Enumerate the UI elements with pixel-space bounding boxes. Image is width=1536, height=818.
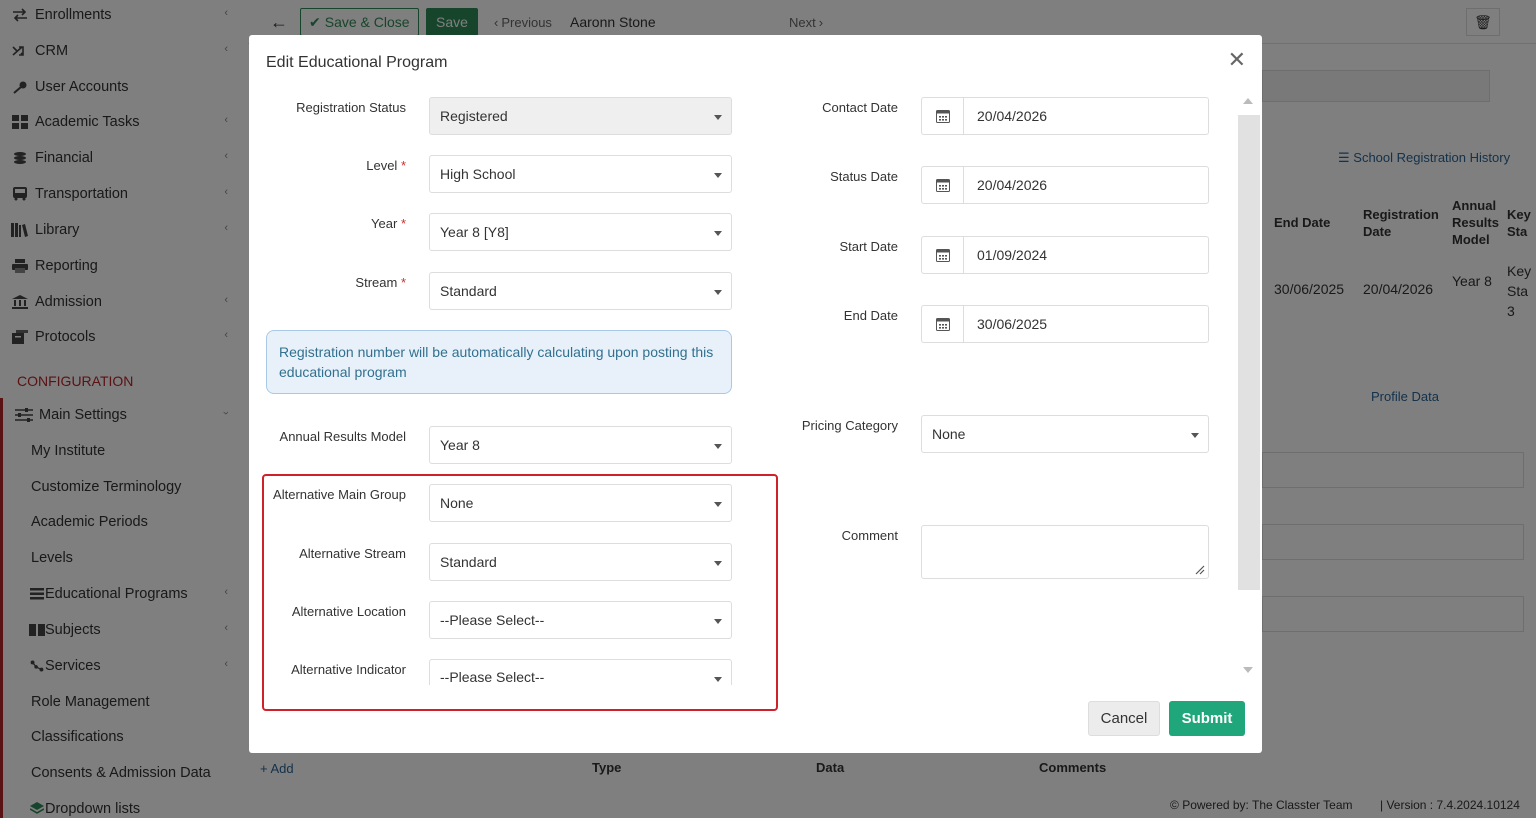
caret-down-icon [714, 231, 722, 236]
alt-indicator-select[interactable]: --Please Select-- [429, 659, 732, 685]
resize-handle-icon[interactable] [1195, 565, 1205, 575]
calendar-icon[interactable] [922, 306, 964, 342]
label-stream-text: Stream [355, 275, 398, 290]
label-registration-status: Registration Status [296, 100, 406, 115]
calendar-icon[interactable] [922, 237, 964, 273]
stream-select[interactable]: Standard [429, 272, 732, 310]
label-annual-results-model: Annual Results Model [279, 429, 406, 444]
annual-results-model-select[interactable]: Year 8 [429, 426, 732, 464]
stream-value: Standard [440, 283, 497, 299]
year-value: Year 8 [Y8] [440, 224, 509, 240]
alt-location-select[interactable]: --Please Select-- [429, 601, 732, 639]
end-date-input[interactable]: 30/06/2025 [921, 305, 1209, 343]
pricing-category-value: None [932, 426, 966, 442]
label-alt-location: Alternative Location [291, 604, 406, 619]
contact-date-input[interactable]: 20/04/2026 [921, 97, 1209, 135]
pricing-category-select[interactable]: None [921, 415, 1209, 453]
required-mark: * [400, 216, 406, 231]
submit-button[interactable]: Submit [1169, 701, 1245, 736]
label-level: Level * [269, 158, 406, 173]
contact-date-value: 20/04/2026 [977, 108, 1048, 124]
calendar-icon[interactable] [922, 167, 964, 203]
dialog-title: Edit Educational Program [266, 54, 448, 71]
alt-main-group-value: None [440, 495, 474, 511]
registration-info-alert: Registration number will be automaticall… [266, 330, 732, 394]
label-stream: Stream * [269, 275, 406, 290]
label-comment: Comment [841, 528, 898, 543]
comment-textarea[interactable] [921, 525, 1209, 579]
alt-stream-select[interactable]: Standard [429, 543, 732, 581]
registration-status-value: Registered [440, 108, 508, 124]
caret-down-icon [714, 444, 722, 449]
end-date-value: 30/06/2025 [977, 316, 1048, 332]
calendar-icon[interactable] [922, 98, 964, 134]
label-alt-main-group: Alternative Main Group [273, 487, 406, 502]
caret-down-icon [714, 173, 722, 178]
label-level-text: Level [366, 158, 398, 173]
cancel-button[interactable]: Cancel [1088, 701, 1160, 736]
label-end-date: End Date [843, 308, 898, 323]
level-select[interactable]: High School [429, 155, 732, 193]
alt-indicator-value: --Please Select-- [440, 669, 545, 685]
caret-down-icon [714, 677, 722, 682]
label-alt-indicator: Alternative Indicator [291, 662, 406, 677]
start-date-value: 01/09/2024 [977, 247, 1048, 263]
label-start-date: Start Date [839, 239, 898, 254]
caret-down-icon [714, 115, 722, 120]
scrollbar-thumb[interactable] [1238, 115, 1260, 590]
label-alt-stream: Alternative Stream [299, 546, 406, 561]
alt-location-value: --Please Select-- [440, 612, 545, 628]
status-date-value: 20/04/2026 [977, 177, 1048, 193]
caret-down-icon [1191, 433, 1199, 438]
alt-main-group-select[interactable]: None [429, 484, 732, 522]
close-icon[interactable]: ✕ [1228, 49, 1246, 71]
caret-down-icon [714, 502, 722, 507]
start-date-input[interactable]: 01/09/2024 [921, 236, 1209, 274]
edit-educational-program-dialog: Edit Educational Program ✕ Registration … [249, 35, 1262, 753]
alt-stream-value: Standard [440, 554, 497, 570]
label-pricing-category: Pricing Category [801, 418, 898, 433]
label-year: Year * [269, 216, 406, 231]
status-date-input[interactable]: 20/04/2026 [921, 166, 1209, 204]
label-year-text: Year [371, 216, 398, 231]
caret-down-icon [714, 290, 722, 295]
registration-status-select[interactable]: Registered [429, 97, 732, 135]
label-status-date: Status Date [830, 169, 898, 184]
caret-down-icon [714, 619, 722, 624]
caret-down-icon [714, 561, 722, 566]
scroll-up-icon[interactable] [1243, 98, 1253, 104]
label-contact-date: Contact Date [822, 100, 898, 115]
required-mark: * [400, 275, 406, 290]
year-select[interactable]: Year 8 [Y8] [429, 213, 732, 251]
level-value: High School [440, 166, 516, 182]
scroll-down-icon[interactable] [1243, 667, 1253, 673]
annual-results-model-value: Year 8 [440, 437, 480, 453]
required-mark: * [400, 158, 406, 173]
